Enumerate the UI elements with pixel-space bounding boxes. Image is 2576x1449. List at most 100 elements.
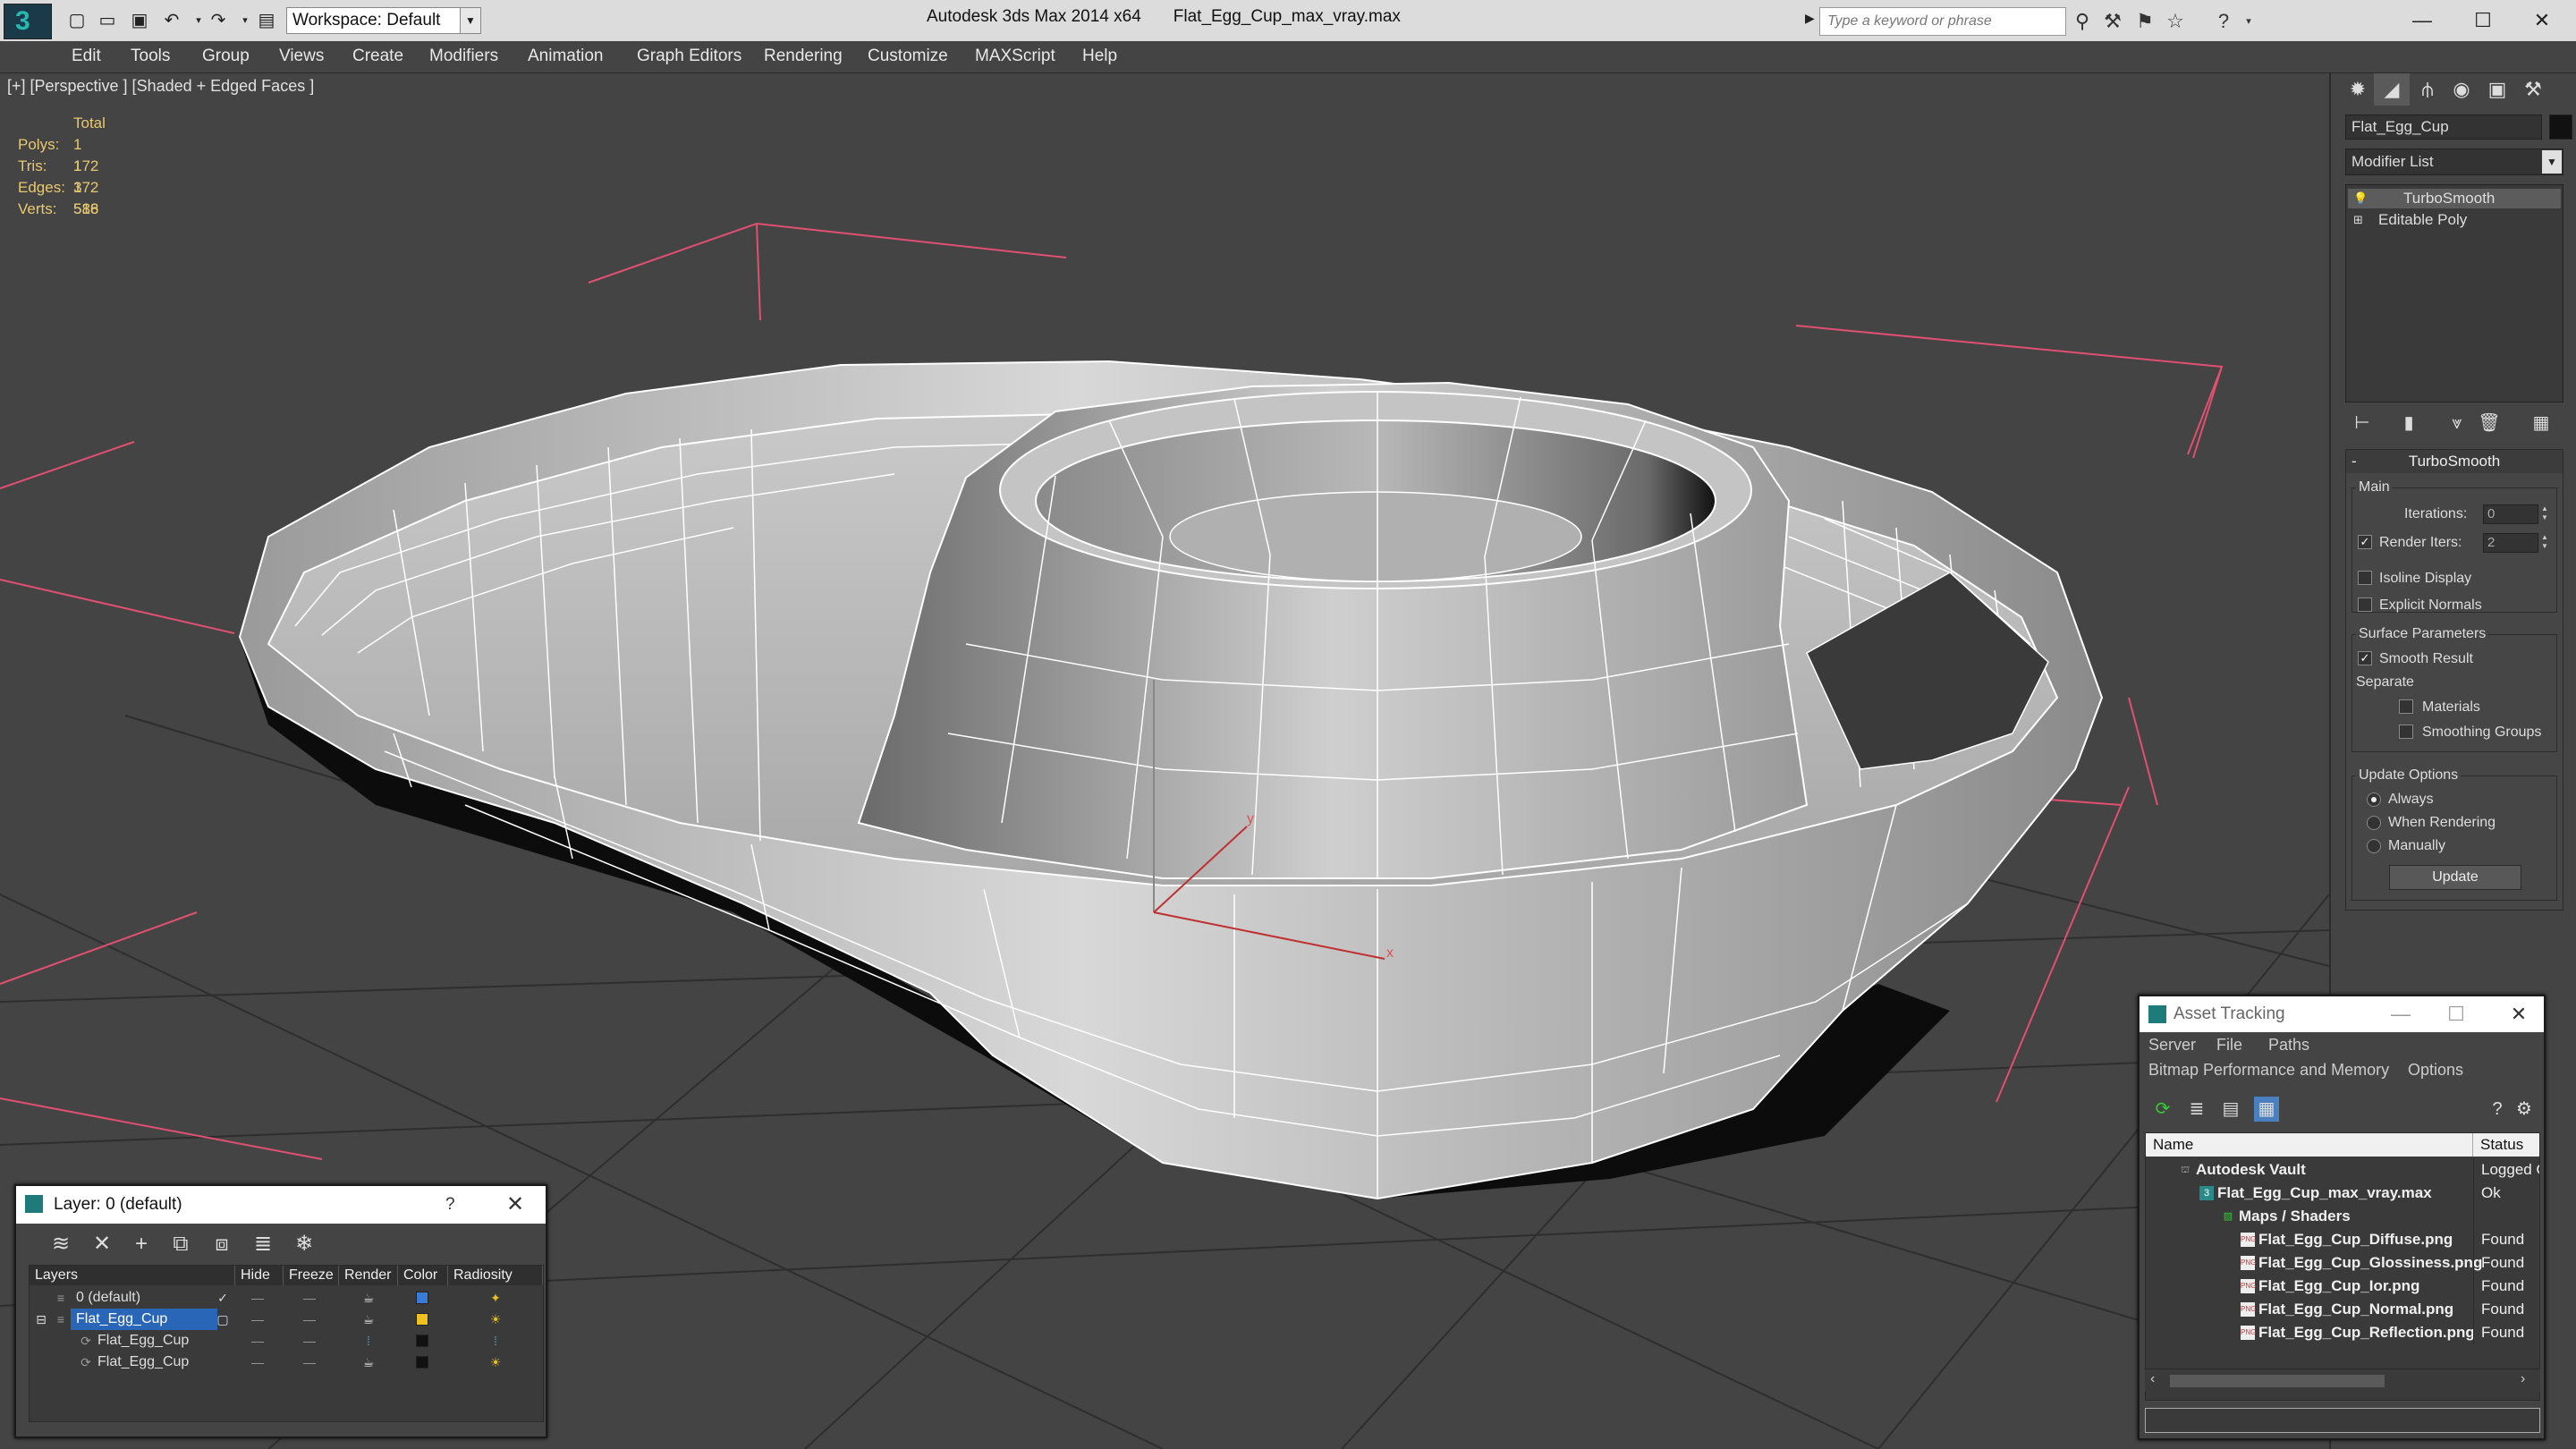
menu-animation[interactable]: Animation xyxy=(528,47,604,66)
configure-sets-icon[interactable]: ▦ xyxy=(2528,410,2555,436)
update-button[interactable]: Update xyxy=(2389,865,2521,890)
project-folder-icon[interactable]: ▤ xyxy=(254,9,279,32)
close-icon[interactable]: ✕ xyxy=(2515,4,2569,38)
viewport-label[interactable]: [+] [Perspective ] [Shaded + Edged Faces… xyxy=(7,77,314,96)
hierarchy-tab-icon[interactable]: ⫛ xyxy=(2410,73,2445,106)
binoculars-icon[interactable]: ⚲ xyxy=(2070,9,2095,34)
help-icon[interactable]: ? xyxy=(445,1186,455,1224)
smoothing-groups-checkbox[interactable] xyxy=(2399,724,2413,739)
object-name-field[interactable]: Flat_Egg_Cup xyxy=(2345,114,2542,140)
smooth-result-checkbox[interactable]: ✓ xyxy=(2358,651,2372,665)
when-rendering-radio[interactable] xyxy=(2367,816,2381,830)
active-layer-check-icon[interactable]: ✓ xyxy=(214,1287,232,1309)
manually-radio[interactable] xyxy=(2367,839,2381,853)
menu-modifiers[interactable]: Modifiers xyxy=(429,47,498,66)
menu-group[interactable]: Group xyxy=(202,47,250,66)
asset-tracking-title-bar[interactable]: Asset Tracking — ☐ ✕ xyxy=(2140,996,2544,1032)
render-teapot-icon[interactable]: ☕ xyxy=(355,1309,382,1330)
new-file-icon[interactable]: ▢ xyxy=(64,9,89,32)
col-name[interactable]: Name xyxy=(2146,1133,2473,1157)
close-icon[interactable]: ✕ xyxy=(2501,996,2537,1032)
utilities-tab-wrench-icon[interactable]: ⚒ xyxy=(2515,73,2551,106)
close-icon[interactable]: ✕ xyxy=(506,1186,524,1224)
undo-icon[interactable]: ↶ xyxy=(159,9,184,32)
object-name[interactable]: Flat_Egg_Cup xyxy=(92,1352,189,1373)
chevron-down-icon[interactable]: ▼ xyxy=(2542,150,2562,174)
explicit-normals-checkbox[interactable] xyxy=(2358,597,2372,612)
layer-object-row[interactable]: ⟳ Flat_Egg_Cup — — ☕ ☀ xyxy=(30,1352,543,1373)
communication-center-icon[interactable]: ⚑ xyxy=(2132,9,2157,34)
menu-rendering[interactable]: Rendering xyxy=(764,47,843,66)
remove-modifier-icon[interactable]: 🗑 xyxy=(2476,410,2503,436)
hide-all-layers-icon[interactable]: ≣ xyxy=(249,1231,277,1258)
col-freeze[interactable]: Freeze xyxy=(284,1266,339,1285)
asset-row[interactable]: PNG Flat_Egg_Cup_Glossiness.png Found xyxy=(2146,1251,2539,1275)
workspace-dropdown[interactable]: Workspace: Default xyxy=(286,7,481,34)
spinner-arrows-icon[interactable]: ▲ ▼ xyxy=(2538,533,2551,553)
help-dropdown-icon[interactable]: ▾ xyxy=(2236,9,2261,34)
menu-edit[interactable]: Edit xyxy=(72,47,101,66)
object-color-swatch[interactable] xyxy=(416,1335,428,1347)
maximize-icon[interactable]: ☐ xyxy=(2456,4,2510,38)
layer-dialog-title-bar[interactable]: Layer: 0 (default) ? ✕ xyxy=(16,1186,546,1224)
render-teapot-icon[interactable]: ☕ xyxy=(355,1287,382,1309)
menu-paths[interactable]: Paths xyxy=(2268,1036,2309,1055)
asset-row[interactable]: ⛫ Autodesk Vault Logged O xyxy=(2146,1158,2539,1182)
layer-color-swatch[interactable] xyxy=(416,1313,428,1326)
col-render[interactable]: Render xyxy=(339,1266,398,1285)
layer-row-selected[interactable]: ⊟ ≡ Flat_Egg_Cup ▢ — — ☕ ☀ xyxy=(30,1309,543,1330)
render-iters-spinner[interactable]: 2 xyxy=(2483,533,2538,553)
add-selection-icon[interactable]: + xyxy=(127,1231,156,1258)
maximize-icon[interactable]: ☐ xyxy=(2438,996,2474,1032)
stack-item-editable-poly[interactable]: ⊞ Editable Poly xyxy=(2348,210,2561,230)
highlight-selected-icon[interactable]: ⧈ xyxy=(208,1231,236,1258)
col-hide[interactable]: Hide xyxy=(235,1266,284,1285)
expand-plus-icon[interactable]: ⊞ xyxy=(2353,210,2363,230)
minimize-icon[interactable]: — xyxy=(2395,4,2449,38)
help-icon[interactable]: ? xyxy=(2485,1097,2510,1122)
asset-row[interactable]: PNG Flat_Egg_Cup_Diffuse.png Found xyxy=(2146,1228,2539,1251)
motion-tab-icon[interactable]: ◉ xyxy=(2444,73,2479,106)
freeze-toggle[interactable]: — xyxy=(296,1287,323,1309)
subscription-icon[interactable]: ⚒ xyxy=(2100,9,2125,34)
help-icon[interactable]: ? xyxy=(2211,9,2236,34)
stack-item-turbosmooth[interactable]: 💡 TurboSmooth xyxy=(2348,189,2561,208)
rollout-header[interactable]: - TurboSmooth xyxy=(2346,450,2563,473)
object-color-swatch[interactable] xyxy=(2549,114,2572,140)
layer-row[interactable]: ≡ 0 (default) ✓ — — ☕ ✦ xyxy=(30,1287,543,1309)
menu-create[interactable]: Create xyxy=(352,47,403,66)
render-teapot-icon[interactable]: ☕ xyxy=(355,1352,382,1373)
layer-object-row[interactable]: ⟳ Flat_Egg_Cup — — ⁞ ⁞ xyxy=(30,1330,543,1352)
show-end-result-icon[interactable]: ▮ xyxy=(2395,410,2422,436)
asset-row[interactable]: ▨ Maps / Shaders xyxy=(2146,1205,2539,1228)
active-layer-box-icon[interactable]: ▢ xyxy=(214,1309,232,1330)
hide-toggle[interactable]: — xyxy=(244,1330,271,1352)
render-dot-icon[interactable]: ⁞ xyxy=(355,1330,382,1352)
settings-icon[interactable]: ⚙ xyxy=(2512,1097,2537,1122)
create-tab-sun-icon[interactable]: ✹ xyxy=(2340,73,2376,106)
menu-server[interactable]: Server xyxy=(2148,1036,2196,1055)
search-expand-icon[interactable]: ▶ xyxy=(1805,11,1815,26)
menu-maxscript[interactable]: MAXScript xyxy=(975,47,1055,66)
freeze-all-layers-icon[interactable]: ❄ xyxy=(290,1231,318,1258)
menu-customize[interactable]: Customize xyxy=(868,47,948,66)
asset-row[interactable]: 3 Flat_Egg_Cup_max_vray.max Ok xyxy=(2146,1182,2539,1205)
menu-views[interactable]: Views xyxy=(279,47,324,66)
menu-bitmap-performance[interactable]: Bitmap Performance and Memory xyxy=(2148,1061,2389,1080)
menu-file[interactable]: File xyxy=(2216,1036,2242,1055)
pin-stack-icon[interactable]: ⊢ xyxy=(2349,410,2376,436)
freeze-toggle[interactable]: — xyxy=(296,1309,323,1330)
horizontal-scrollbar[interactable]: ‹ › xyxy=(2145,1368,2540,1392)
col-layers[interactable]: Layers xyxy=(30,1266,235,1285)
hide-toggle[interactable]: — xyxy=(244,1287,271,1309)
menu-help[interactable]: Help xyxy=(1082,47,1117,66)
minimize-icon[interactable]: — xyxy=(2383,996,2419,1032)
radiosity-icon[interactable]: ☀ xyxy=(482,1352,509,1373)
render-iters-checkbox[interactable]: ✓ xyxy=(2358,535,2372,549)
app-logo-button[interactable]: 3 xyxy=(4,4,52,39)
open-folder-icon[interactable]: ▭ xyxy=(95,9,120,32)
freeze-toggle[interactable]: — xyxy=(296,1330,323,1352)
radiosity-icon[interactable]: ☀ xyxy=(482,1309,509,1330)
table-view-icon[interactable]: ▦ xyxy=(2254,1097,2279,1122)
layer-name[interactable]: Flat_Egg_Cup xyxy=(71,1309,217,1330)
